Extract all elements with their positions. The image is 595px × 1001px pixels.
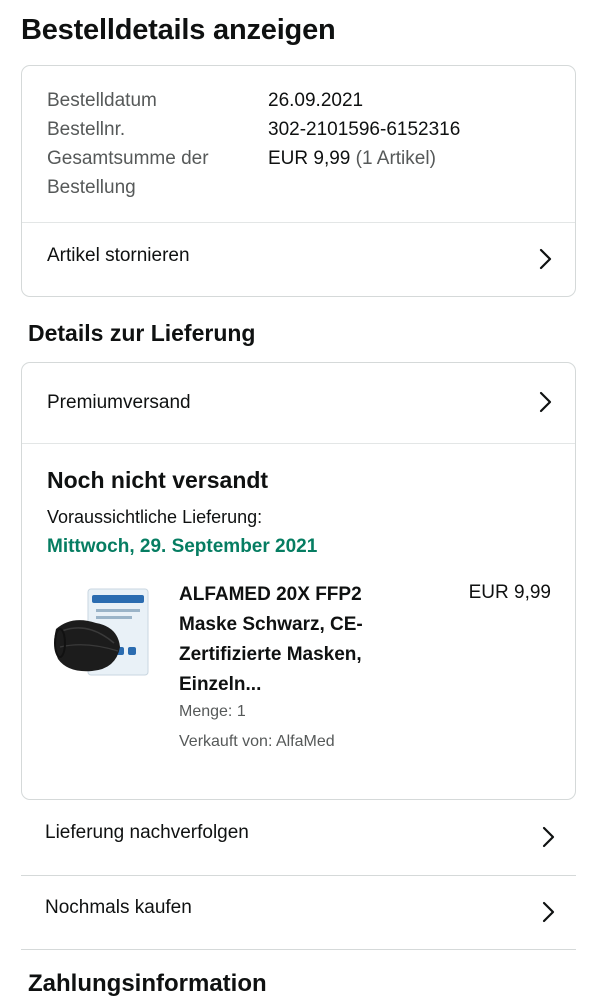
shipping-method-label: Premiumversand <box>47 392 191 413</box>
page-title: Bestelldetails anzeigen <box>21 14 336 46</box>
order-total-value: EUR 9,99 <box>268 148 351 169</box>
order-total-label-line2: Bestellung <box>47 177 136 198</box>
product-seller: Verkauft von: AlfaMed <box>179 733 335 750</box>
buy-again-label: Nochmals kaufen <box>45 897 192 918</box>
product-price: EUR 9,99 <box>468 582 551 603</box>
shipping-method-row[interactable]: Premiumversand <box>22 363 575 443</box>
shipment-status: Noch nicht versandt <box>47 467 269 493</box>
mask-product-image[interactable] <box>52 585 152 683</box>
order-date-label: Bestelldatum <box>47 90 157 111</box>
eta-date: Mittwoch, 29. September 2021 <box>47 536 318 557</box>
track-delivery-row[interactable]: Lieferung nachverfolgen <box>21 800 576 874</box>
chevron-right-icon <box>539 248 553 270</box>
order-number-value: 302-2101596-6152316 <box>268 119 461 140</box>
cancel-items-row[interactable]: Artikel stornieren <box>22 223 575 297</box>
delivery-section-title: Details zur Lieferung <box>28 320 256 346</box>
order-item-count: (1 Artikel) <box>355 148 436 169</box>
cancel-items-label: Artikel stornieren <box>47 245 190 266</box>
chevron-right-icon <box>542 901 556 923</box>
delivery-card: Premiumversand Noch nicht versandt Vorau… <box>21 362 576 800</box>
product-title[interactable]: ALFAMED 20X FFP2 Maske Schwarz, CE-Zerti… <box>179 580 419 700</box>
buy-again-row[interactable]: Nochmals kaufen <box>21 875 576 949</box>
chevron-right-icon <box>539 391 553 413</box>
delivery-divider <box>22 443 575 444</box>
track-delivery-label: Lieferung nachverfolgen <box>45 822 249 843</box>
order-number-label: Bestellnr. <box>47 119 126 140</box>
payment-section-title: Zahlungsinformation <box>28 970 267 997</box>
order-total-value-wrap: EUR 9,99 (1 Artikel) <box>268 144 436 173</box>
chevron-right-icon <box>542 826 556 848</box>
order-total-label-line1: Gesamtsumme der <box>47 148 209 169</box>
eta-label: Voraussichtliche Lieferung: <box>47 507 263 527</box>
order-date-value: 26.09.2021 <box>268 90 364 111</box>
product-quantity: Menge: 1 <box>179 703 246 720</box>
list-divider <box>21 949 576 950</box>
order-summary-card: Bestelldatum 26.09.2021 Bestellnr. 302-2… <box>21 65 576 297</box>
